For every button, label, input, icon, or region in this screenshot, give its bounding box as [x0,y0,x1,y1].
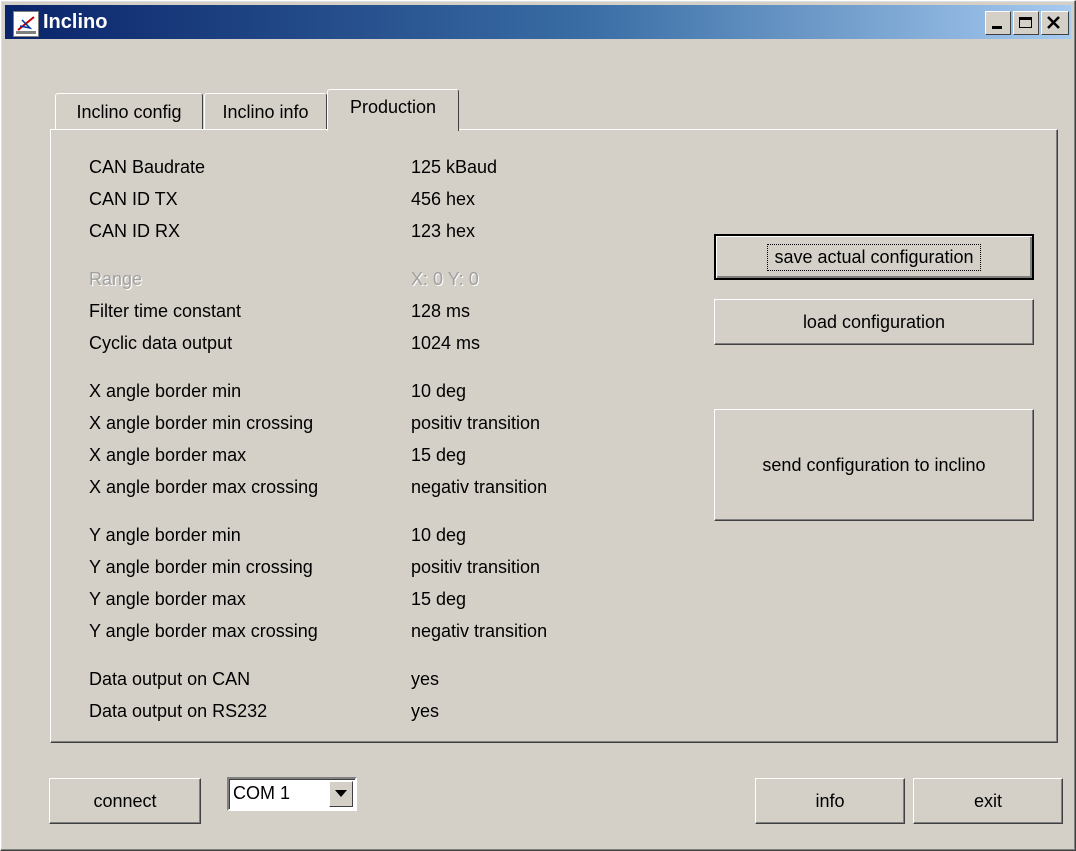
close-window-button[interactable] [1041,11,1069,35]
tab-label: Production [349,97,437,117]
exit-button[interactable]: exit [913,778,1063,824]
app-logo-icon [13,11,39,37]
info-button[interactable]: info [755,778,905,824]
maximize-button[interactable] [1013,11,1039,35]
button-label: load configuration [802,311,946,332]
connect-button[interactable]: connect [49,778,201,824]
app-window: Inclino Inclino config Inclino info Prod… [0,0,1076,851]
button-label: info [815,790,845,811]
button-label: save actual configuration [767,243,981,271]
tab-label: Inclino config [76,102,182,122]
window-title: Inclino [43,11,108,33]
minimize-icon [992,26,1002,29]
title-bar[interactable]: Inclino [5,5,1071,39]
save-configuration-button[interactable]: save actual configuration [714,234,1034,280]
tab-inclino-config[interactable]: Inclino config [55,93,203,129]
button-label: exit [973,790,1002,811]
tab-production[interactable]: Production [327,89,459,131]
close-icon [1047,16,1060,29]
tab-label: Inclino info [222,102,309,122]
send-configuration-button[interactable]: send configuration to inclino [714,409,1034,521]
button-label: send configuration to inclino [762,454,986,475]
minimize-button[interactable] [985,11,1011,35]
load-configuration-button[interactable]: load configuration [714,299,1034,345]
maximize-icon [1019,17,1032,28]
tab-inclino-info[interactable]: Inclino info [204,93,327,129]
com-port-value: COM 1 [233,783,291,803]
button-label: connect [93,790,157,811]
chevron-down-icon [335,790,347,797]
com-port-dropdown-button[interactable] [329,781,353,807]
com-port-select[interactable]: COM 1 [227,777,357,811]
